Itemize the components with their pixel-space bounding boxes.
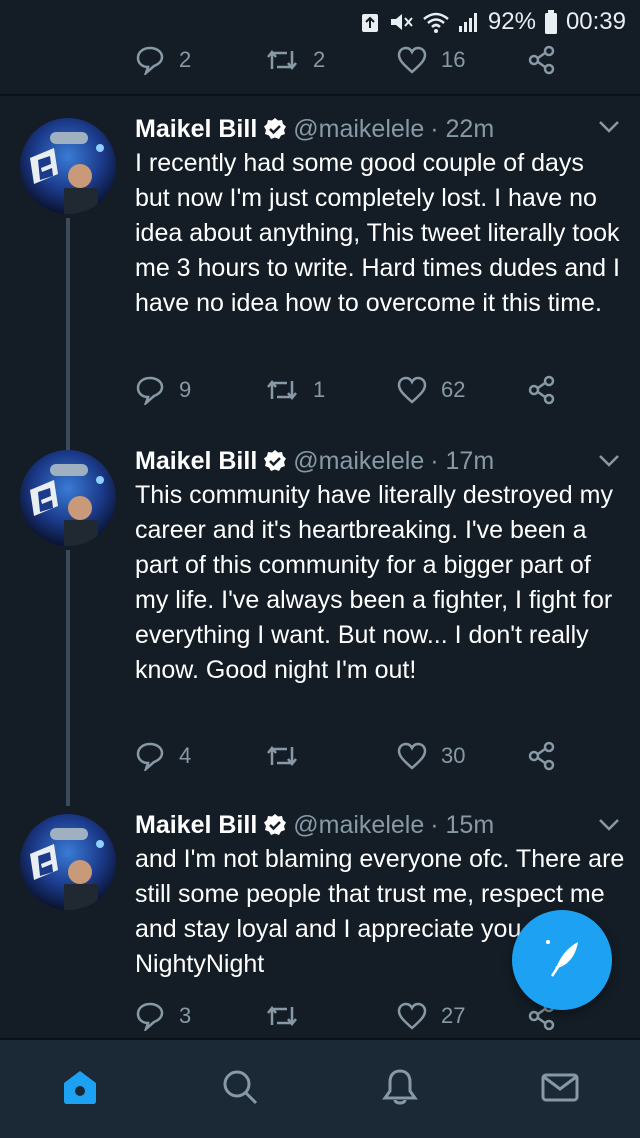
- battery-percent: 92%: [487, 8, 536, 35]
- clock: 00:39: [565, 8, 626, 35]
- reply-count: 2: [179, 47, 192, 72]
- mute-icon: [388, 11, 414, 33]
- retweet-button[interactable]: 1: [265, 370, 325, 410]
- recycle-icon: [360, 11, 380, 33]
- home-icon: [60, 1067, 100, 1112]
- avatar[interactable]: [20, 814, 116, 910]
- retweet-count: 1: [313, 377, 326, 402]
- retweet-button[interactable]: [265, 996, 313, 1036]
- verified-badge-icon: [263, 117, 287, 141]
- display-name[interactable]: Maikel Bill: [135, 811, 257, 840]
- avatar[interactable]: [20, 118, 116, 214]
- compose-tweet-button[interactable]: [512, 910, 612, 1010]
- heart-icon: [397, 46, 427, 74]
- tweet-time: · 22m: [430, 114, 495, 143]
- share-button[interactable]: [527, 40, 557, 80]
- retweet-button[interactable]: 2: [265, 40, 325, 80]
- reply-button[interactable]: 3: [135, 996, 191, 1036]
- thread-line: [66, 550, 70, 806]
- tweet-text: This community have literally destroyed …: [135, 481, 613, 684]
- search-icon: [220, 1067, 260, 1112]
- reply-button[interactable]: 4: [135, 736, 191, 776]
- retweet-icon: [265, 743, 299, 769]
- share-icon: [527, 375, 557, 405]
- share-button[interactable]: [527, 370, 557, 410]
- battery-icon: [544, 10, 558, 34]
- heart-icon: [397, 376, 427, 404]
- verified-badge-icon: [263, 449, 287, 473]
- thread-line: [66, 218, 70, 436]
- like-count: 30: [441, 743, 466, 768]
- like-button[interactable]: 16: [397, 40, 465, 80]
- reply-button[interactable]: 2: [135, 40, 191, 80]
- reply-icon: [135, 375, 165, 405]
- tweet-actions: 3 27: [135, 996, 565, 1036]
- bottom-nav: [0, 1038, 640, 1138]
- thread-line: [66, 436, 70, 450]
- reply-count: 9: [179, 377, 192, 402]
- handle[interactable]: @maikelele: [293, 447, 424, 476]
- nav-home[interactable]: [0, 1039, 160, 1138]
- tweet-actions: 4 30: [135, 736, 565, 776]
- share-button[interactable]: [527, 736, 557, 776]
- chevron-down-icon[interactable]: [598, 120, 620, 139]
- tweet-text: I recently had some good couple of days …: [135, 149, 620, 317]
- like-count: 16: [441, 47, 466, 72]
- notifications-icon: [380, 1067, 420, 1112]
- reply-button[interactable]: 9: [135, 370, 191, 410]
- like-count: 27: [441, 1003, 466, 1028]
- like-button[interactable]: 27: [397, 996, 465, 1036]
- nav-notifications[interactable]: [320, 1039, 480, 1138]
- share-icon: [527, 45, 557, 75]
- like-button[interactable]: 30: [397, 736, 465, 776]
- tweet[interactable]: Maikel Bill @maikelele · 17m This commun…: [0, 436, 640, 806]
- signal-icon: [458, 11, 480, 33]
- tweet-header: Maikel Bill @maikelele · 22m: [135, 112, 494, 146]
- heart-icon: [397, 742, 427, 770]
- tweet-time: · 15m: [430, 810, 495, 839]
- messages-icon: [540, 1067, 580, 1112]
- display-name[interactable]: Maikel Bill: [135, 115, 257, 144]
- status-bar: 92% 00:39: [0, 0, 640, 44]
- tweet[interactable]: Maikel Bill @maikelele · 22m I recently …: [0, 96, 640, 436]
- retweet-icon: [265, 47, 299, 73]
- reply-icon: [135, 741, 165, 771]
- reply-icon: [135, 1001, 165, 1031]
- tweet-actions: 9 1 62: [135, 370, 565, 410]
- heart-icon: [397, 1002, 427, 1030]
- chevron-down-icon[interactable]: [598, 818, 620, 837]
- tweet-header: Maikel Bill @maikelele · 17m: [135, 444, 494, 478]
- reply-count: 3: [179, 1003, 192, 1028]
- nav-search[interactable]: [160, 1039, 320, 1138]
- tweet-header: Maikel Bill @maikelele · 15m: [135, 808, 494, 842]
- handle[interactable]: @maikelele: [293, 811, 424, 840]
- compose-feather-icon: [538, 934, 586, 987]
- retweet-icon: [265, 1003, 299, 1029]
- tweet-time: · 17m: [430, 446, 495, 475]
- like-count: 62: [441, 377, 466, 402]
- share-icon: [527, 741, 557, 771]
- retweet-button[interactable]: [265, 736, 313, 776]
- retweet-count: 2: [313, 47, 326, 72]
- like-button[interactable]: 62: [397, 370, 465, 410]
- avatar[interactable]: [20, 450, 116, 546]
- display-name[interactable]: Maikel Bill: [135, 447, 257, 476]
- retweet-icon: [265, 377, 299, 403]
- nav-messages[interactable]: [480, 1039, 640, 1138]
- chevron-down-icon[interactable]: [598, 454, 620, 473]
- wifi-icon: [422, 11, 450, 33]
- handle[interactable]: @maikelele: [293, 115, 424, 144]
- reply-count: 4: [179, 743, 192, 768]
- verified-badge-icon: [263, 813, 287, 837]
- reply-icon: [135, 45, 165, 75]
- top-tweet-actions: 2 2 16: [135, 40, 565, 80]
